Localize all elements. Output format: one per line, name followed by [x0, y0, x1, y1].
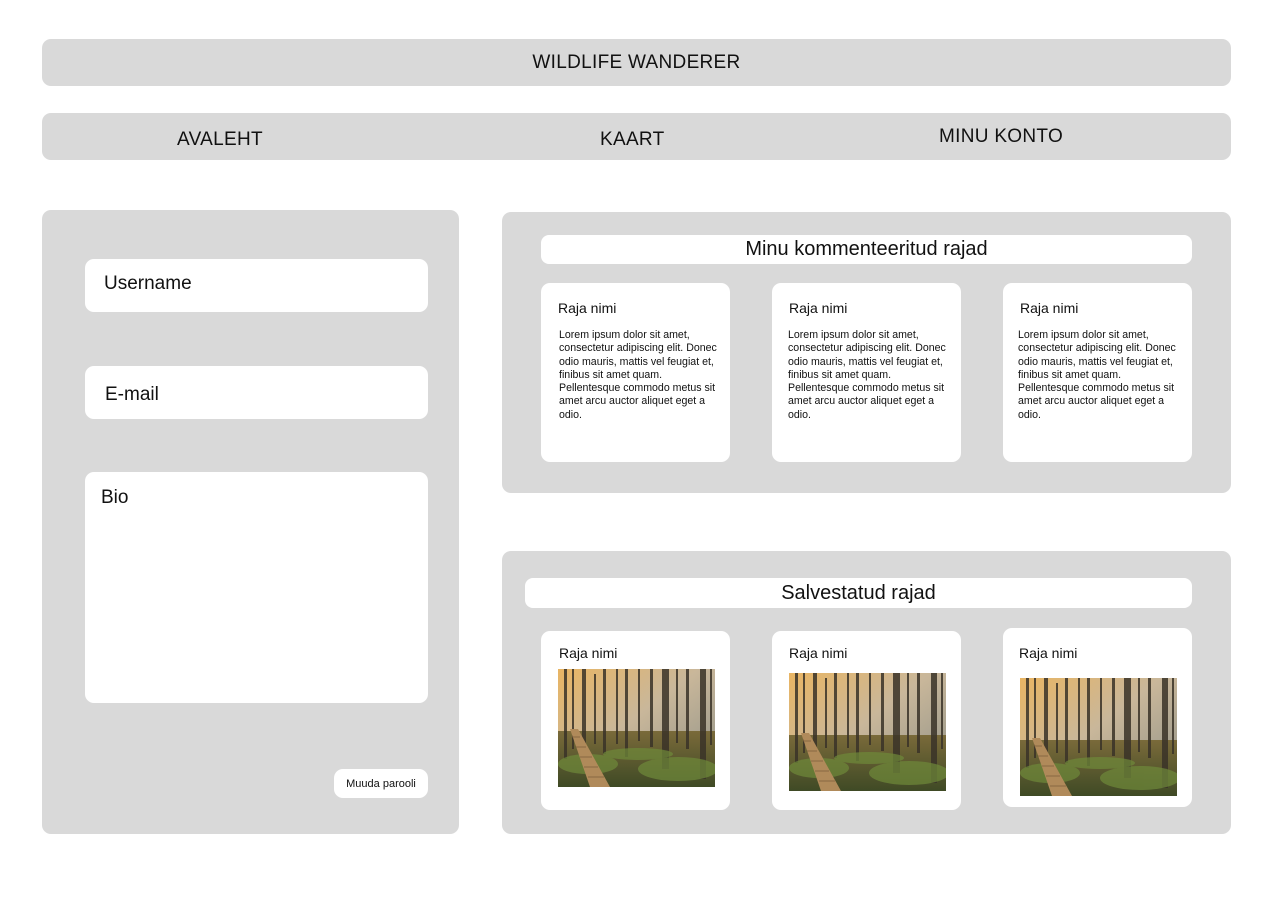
- saved-trail-card[interactable]: Raja nimi: [541, 631, 730, 810]
- commented-trails-panel: Minu kommenteeritud rajad Raja nimi Lore…: [502, 212, 1231, 493]
- nav-item-home[interactable]: AVALEHT: [177, 129, 263, 151]
- trail-name: Raja nimi: [558, 300, 617, 316]
- trail-comment: Lorem ipsum dolor sit amet, consectetur …: [559, 329, 717, 421]
- forest-boardwalk-image: [558, 669, 715, 787]
- forest-boardwalk-image: [1020, 678, 1177, 796]
- main-nav: AVALEHT KAART MINU KONTO: [42, 113, 1231, 160]
- profile-panel: Username E-mail Bio Muuda parooli: [42, 210, 459, 834]
- commented-trails-title: Minu kommenteeritud rajad: [541, 235, 1192, 264]
- bio-placeholder: Bio: [101, 487, 129, 508]
- trail-name: Raja nimi: [789, 300, 848, 316]
- trail-name: Raja nimi: [1020, 300, 1079, 316]
- bio-field[interactable]: Bio: [85, 472, 428, 703]
- saved-trails-panel: Salvestatud rajad Raja nimi Raja nimi Ra…: [502, 551, 1231, 834]
- app-title-bar: WILDLIFE WANDERER: [42, 39, 1231, 86]
- trail-name: Raja nimi: [1019, 645, 1078, 661]
- username-field[interactable]: Username: [85, 259, 428, 312]
- commented-trail-card[interactable]: Raja nimi Lorem ipsum dolor sit amet, co…: [541, 283, 730, 462]
- forest-boardwalk-image: [789, 673, 946, 791]
- trail-comment: Lorem ipsum dolor sit amet, consectetur …: [1018, 329, 1176, 421]
- nav-item-account[interactable]: MINU KONTO: [939, 126, 1063, 148]
- trail-photo: [1020, 678, 1177, 796]
- trail-photo: [558, 669, 715, 787]
- commented-trail-card[interactable]: Raja nimi Lorem ipsum dolor sit amet, co…: [772, 283, 961, 462]
- trail-photo: [789, 673, 946, 791]
- email-field[interactable]: E-mail: [85, 366, 428, 419]
- trail-comment: Lorem ipsum dolor sit amet, consectetur …: [788, 329, 946, 421]
- saved-trail-card[interactable]: Raja nimi: [772, 631, 961, 810]
- trail-name: Raja nimi: [559, 645, 618, 661]
- trail-name: Raja nimi: [789, 645, 848, 661]
- commented-trail-card[interactable]: Raja nimi Lorem ipsum dolor sit amet, co…: [1003, 283, 1192, 462]
- change-password-button[interactable]: Muuda parooli: [334, 769, 428, 798]
- nav-item-map[interactable]: KAART: [600, 129, 665, 151]
- saved-trail-card[interactable]: Raja nimi: [1003, 628, 1192, 807]
- username-placeholder: Username: [104, 273, 192, 294]
- app-title: WILDLIFE WANDERER: [532, 51, 741, 73]
- email-placeholder: E-mail: [105, 384, 159, 405]
- saved-trails-title: Salvestatud rajad: [525, 578, 1192, 608]
